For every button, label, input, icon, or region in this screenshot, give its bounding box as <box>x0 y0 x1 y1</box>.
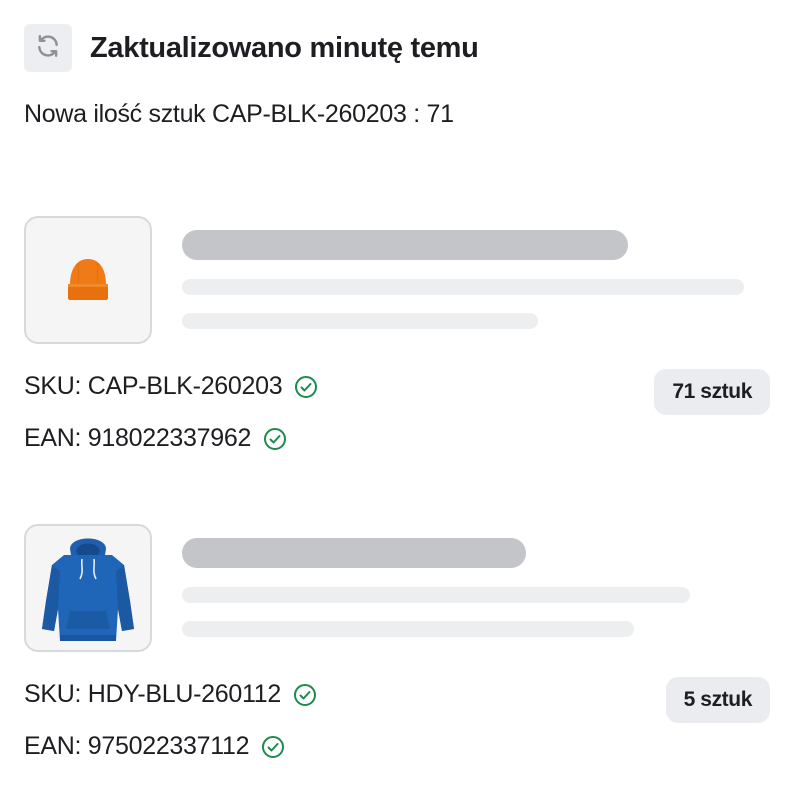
refresh-button[interactable] <box>24 24 72 72</box>
quantity-badge: 71 sztuk <box>654 369 770 415</box>
page-title: Zaktualizowano minutę temu <box>90 31 479 64</box>
ean-label: EAN: 975022337112 <box>24 732 250 760</box>
skeleton-line <box>182 313 538 329</box>
product-thumbnail[interactable] <box>24 216 152 344</box>
ean-row: EAN: 975022337112 <box>24 732 285 761</box>
orange-beanie-image <box>68 259 108 300</box>
product-thumbnail[interactable] <box>24 524 152 652</box>
check-circle-icon <box>261 735 285 759</box>
check-circle-icon <box>294 375 318 399</box>
check-circle-icon <box>263 427 287 451</box>
check-circle-icon <box>293 683 317 707</box>
blue-hoodie-image <box>42 538 134 641</box>
skeleton-line <box>182 621 634 637</box>
header: Zaktualizowano minutę temu <box>24 24 479 72</box>
skeleton-line <box>182 587 690 603</box>
sku-row: SKU: CAP-BLK-260203 <box>24 372 318 401</box>
skeleton-title <box>182 538 526 568</box>
ean-row: EAN: 918022337962 <box>24 424 287 453</box>
skeleton-title <box>182 230 628 260</box>
sku-row: SKU: HDY-BLU-260112 <box>24 680 317 709</box>
skeleton-line <box>182 279 744 295</box>
update-message: Nowa ilość sztuk CAP-BLK-260203 : 71 <box>24 100 454 128</box>
sku-label: SKU: CAP-BLK-260203 <box>24 372 283 400</box>
refresh-icon <box>35 33 61 64</box>
ean-label: EAN: 918022337962 <box>24 424 252 452</box>
quantity-badge: 5 sztuk <box>665 677 770 723</box>
sku-label: SKU: HDY-BLU-260112 <box>24 680 281 708</box>
